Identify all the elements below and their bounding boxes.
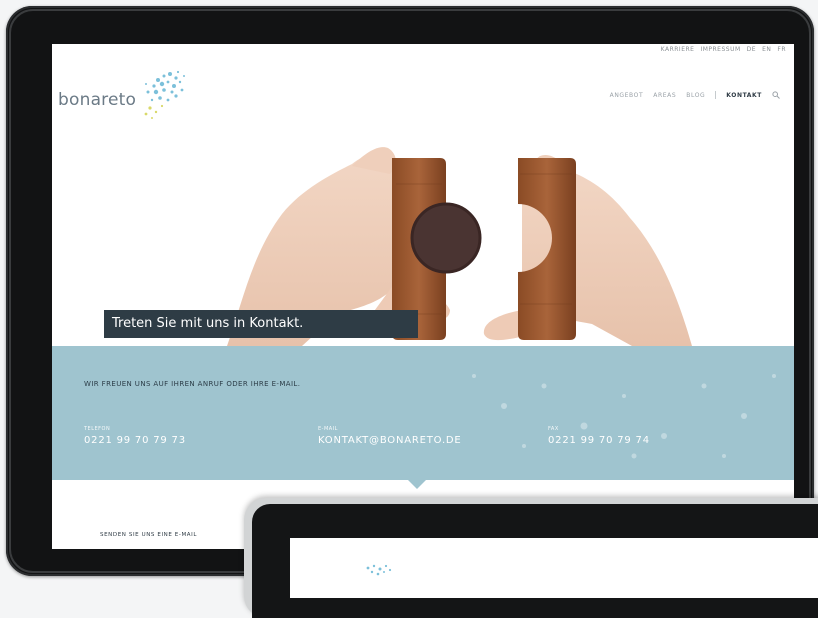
email-label: E-MAIL bbox=[318, 426, 338, 432]
main-navigation: ANGEBOT AREAS BLOG KONTAKT bbox=[610, 91, 780, 99]
fax-number: 0221 99 70 79 74 bbox=[548, 435, 650, 446]
email-address-link[interactable]: KONTAKT@BONARETO.DE bbox=[318, 435, 462, 446]
contact-band: WIR FREUEN UNS AUF IHREN ANRUF ODER IHRE… bbox=[52, 346, 794, 480]
nav-item-angebot[interactable]: ANGEBOT bbox=[610, 92, 644, 99]
language-en[interactable]: EN bbox=[762, 46, 771, 56]
site-logo[interactable]: bonareto bbox=[58, 66, 198, 126]
topbar-link-karriere[interactable]: KARRIERE bbox=[661, 46, 695, 56]
nav-divider bbox=[715, 91, 717, 99]
contact-intro-text: WIR FREUEN UNS AUF IHREN ANRUF ODER IHRE… bbox=[84, 380, 301, 388]
dot-pattern-decoration bbox=[472, 374, 776, 459]
telefon-number[interactable]: 0221 99 70 79 73 bbox=[84, 435, 186, 446]
contact-email: E-MAIL KONTAKT@BONARETO.DE bbox=[318, 426, 462, 446]
contact-telefon: TELEFON 0221 99 70 79 73 bbox=[84, 426, 186, 446]
fax-label: FAX bbox=[548, 426, 559, 432]
contact-fax: FAX 0221 99 70 79 74 bbox=[548, 426, 650, 446]
tablet-device: KARRIERE IMPRESSUM DE EN FR bonareto ANG… bbox=[6, 6, 814, 576]
nav-item-kontakt[interactable]: KONTAKT bbox=[726, 92, 762, 99]
language-de[interactable]: DE bbox=[747, 46, 756, 56]
telefon-label: TELEFON bbox=[84, 426, 111, 432]
website-screen: KARRIERE IMPRESSUM DE EN FR bonareto ANG… bbox=[52, 44, 794, 549]
contact-form-heading: SENDEN SIE UNS EINE E-MAIL bbox=[100, 532, 198, 538]
logo-wordmark: bonareto bbox=[58, 90, 137, 110]
nav-item-blog[interactable]: BLOG bbox=[686, 92, 705, 99]
logo-burst-icon-small bbox=[366, 564, 392, 576]
language-fr[interactable]: FR bbox=[777, 46, 786, 56]
search-icon[interactable] bbox=[772, 91, 780, 99]
nav-item-areas[interactable]: AREAS bbox=[653, 92, 676, 99]
topbar-link-impressum[interactable]: IMPRESSUM bbox=[700, 46, 740, 56]
second-tablet-screen bbox=[290, 538, 818, 598]
top-utility-bar: KARRIERE IMPRESSUM DE EN FR bbox=[661, 46, 786, 56]
hero-caption: Treten Sie mit uns in Kontakt. bbox=[104, 310, 418, 338]
band-notch-arrow bbox=[408, 480, 426, 489]
